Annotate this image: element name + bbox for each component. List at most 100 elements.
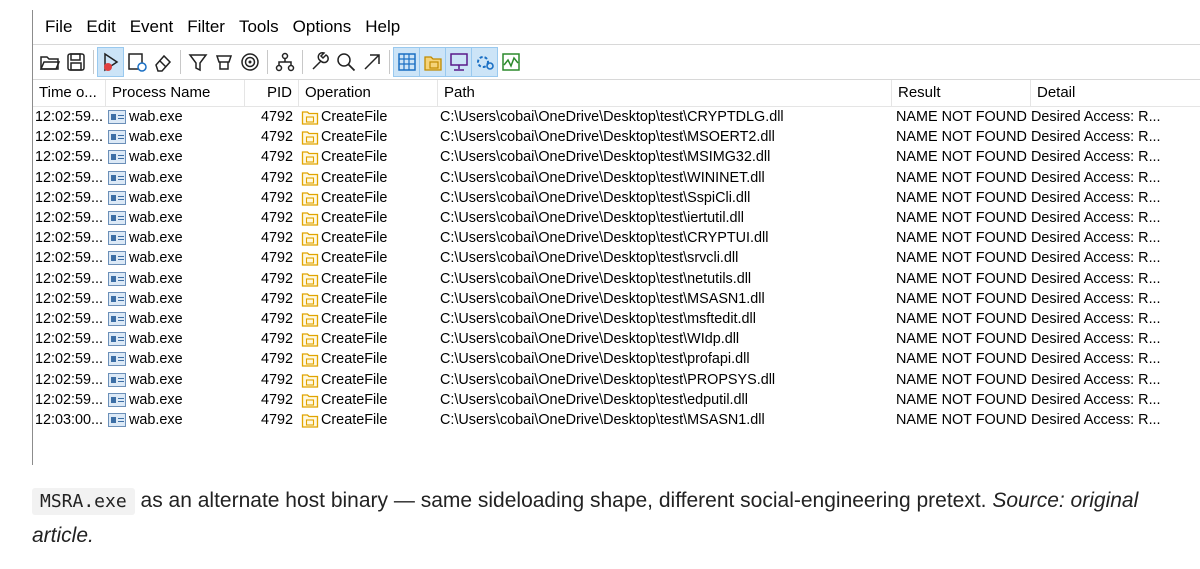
cell-pid: 4792 bbox=[260, 129, 293, 146]
toolbar-separator bbox=[389, 50, 390, 74]
clear-icon[interactable] bbox=[150, 48, 175, 76]
menu-tools[interactable]: Tools bbox=[239, 17, 279, 37]
menu-edit[interactable]: Edit bbox=[86, 17, 115, 37]
cell-time: 12:02:59... bbox=[35, 331, 104, 348]
process-tree-icon[interactable] bbox=[272, 48, 297, 76]
find-icon[interactable] bbox=[333, 48, 358, 76]
table-row[interactable]: 12:02:59... wab.exe 4792 CreateFile C:\Users… bbox=[33, 329, 1200, 349]
cell-time: 12:02:59... bbox=[35, 189, 104, 206]
cell-process: wab.exe bbox=[106, 271, 245, 287]
save-icon[interactable] bbox=[63, 48, 88, 76]
menu-options[interactable]: Options bbox=[293, 17, 352, 37]
cell-operation: CreateFile bbox=[299, 371, 438, 389]
table-row[interactable]: 12:03:00... wab.exe 4792 CreateFile C:\Users… bbox=[33, 410, 1200, 430]
profiling-icon[interactable] bbox=[498, 48, 523, 76]
cell-time: 12:02:59... bbox=[35, 351, 104, 368]
cell-path: C:\Users\cobai\OneDrive\Desktop\test\CRY… bbox=[440, 109, 784, 126]
table-row[interactable]: 12:02:59... wab.exe 4792 CreateFile C:\Users… bbox=[33, 228, 1200, 248]
file-operation-icon bbox=[301, 111, 319, 125]
open-folder-icon[interactable] bbox=[37, 48, 62, 76]
cell-process: wab.exe bbox=[106, 291, 245, 307]
process-icon bbox=[108, 291, 126, 306]
table-row[interactable]: 12:02:59... wab.exe 4792 CreateFile C:\Users… bbox=[33, 208, 1200, 228]
process-activity-icon[interactable] bbox=[471, 47, 498, 77]
toolbar-separator bbox=[267, 50, 268, 74]
column-header-detail[interactable]: Detail bbox=[1031, 80, 1200, 106]
column-header-path[interactable]: Path bbox=[438, 80, 892, 106]
jump-icon[interactable] bbox=[359, 48, 384, 76]
process-name: wab.exe bbox=[129, 210, 183, 227]
cell-path: C:\Users\cobai\OneDrive\Desktop\test\CRY… bbox=[440, 230, 769, 247]
autoscroll-icon[interactable] bbox=[124, 48, 149, 76]
cell-process: wab.exe bbox=[106, 372, 245, 388]
column-header-operation[interactable]: Operation bbox=[299, 80, 438, 106]
operation-name: CreateFile bbox=[321, 189, 388, 206]
table-row[interactable]: 12:02:59... wab.exe 4792 CreateFile C:\Users… bbox=[33, 309, 1200, 329]
cell-result: NAME NOT FOUND bbox=[896, 310, 1027, 327]
cell-process: wab.exe bbox=[106, 311, 245, 327]
menu-file[interactable]: File bbox=[45, 17, 72, 37]
process-name: wab.exe bbox=[129, 411, 183, 428]
file-operation-icon bbox=[301, 131, 319, 145]
file-activity-icon[interactable] bbox=[419, 47, 446, 77]
table-row[interactable]: 12:02:59... wab.exe 4792 CreateFile C:\Users… bbox=[33, 147, 1200, 167]
highlight-icon[interactable] bbox=[211, 48, 236, 76]
operation-name: CreateFile bbox=[321, 109, 388, 126]
cell-process: wab.exe bbox=[106, 170, 245, 186]
cell-time: 12:02:59... bbox=[35, 129, 104, 146]
cell-operation: CreateFile bbox=[299, 270, 438, 288]
cell-pid: 4792 bbox=[260, 169, 293, 186]
table-row[interactable]: 12:02:59... wab.exe 4792 CreateFile C:\Users… bbox=[33, 248, 1200, 268]
cell-time: 12:02:59... bbox=[35, 310, 104, 327]
menu-filter[interactable]: Filter bbox=[187, 17, 225, 37]
cell-process: wab.exe bbox=[106, 331, 245, 347]
table-row[interactable]: 12:02:59... wab.exe 4792 CreateFile C:\Users… bbox=[33, 127, 1200, 147]
cell-detail: Desired Access: R... bbox=[1031, 351, 1161, 368]
process-icon bbox=[108, 190, 126, 205]
column-header-pid[interactable]: PID bbox=[245, 80, 299, 106]
file-operation-icon bbox=[301, 394, 319, 408]
table-row[interactable]: 12:02:59... wab.exe 4792 CreateFile C:\Users… bbox=[33, 107, 1200, 127]
network-activity-icon[interactable] bbox=[445, 47, 472, 77]
wrench-icon[interactable] bbox=[307, 48, 332, 76]
cell-operation: CreateFile bbox=[299, 229, 438, 247]
table-row[interactable]: 12:02:59... wab.exe 4792 CreateFile C:\Users… bbox=[33, 369, 1200, 389]
cell-pid: 4792 bbox=[260, 210, 293, 227]
menu-help[interactable]: Help bbox=[365, 17, 400, 37]
column-header-time[interactable]: Time o... bbox=[33, 80, 106, 106]
cell-operation: CreateFile bbox=[299, 391, 438, 409]
capture-icon[interactable] bbox=[97, 47, 124, 77]
table-row[interactable]: 12:02:59... wab.exe 4792 CreateFile C:\Users… bbox=[33, 188, 1200, 208]
process-icon bbox=[108, 311, 126, 326]
cell-result: NAME NOT FOUND bbox=[896, 290, 1027, 307]
cell-detail: Desired Access: R... bbox=[1031, 391, 1161, 408]
cell-process: wab.exe bbox=[106, 250, 245, 266]
target-icon[interactable] bbox=[237, 48, 262, 76]
cell-result: NAME NOT FOUND bbox=[896, 391, 1027, 408]
process-name: wab.exe bbox=[129, 149, 183, 166]
cell-path: C:\Users\cobai\OneDrive\Desktop\test\Ssp… bbox=[440, 189, 751, 206]
table-row[interactable]: 12:02:59... wab.exe 4792 CreateFile C:\Users… bbox=[33, 269, 1200, 289]
toolbar bbox=[33, 44, 1200, 80]
operation-name: CreateFile bbox=[321, 169, 388, 186]
table-row[interactable]: 12:02:59... wab.exe 4792 CreateFile C:\Users… bbox=[33, 349, 1200, 369]
column-header-process[interactable]: Process Name bbox=[106, 80, 245, 106]
caption: MSRA.exe as an alternate host binary — s… bbox=[32, 484, 1182, 553]
table-row[interactable]: 12:02:59... wab.exe 4792 CreateFile C:\Users… bbox=[33, 289, 1200, 309]
filter-icon[interactable] bbox=[185, 48, 210, 76]
table-row[interactable]: 12:02:59... wab.exe 4792 CreateFile C:\Users… bbox=[33, 168, 1200, 188]
cell-time: 12:02:59... bbox=[35, 371, 104, 388]
process-name: wab.exe bbox=[129, 230, 183, 247]
column-header-result[interactable]: Result bbox=[892, 80, 1031, 106]
cell-result: NAME NOT FOUND bbox=[896, 331, 1027, 348]
operation-name: CreateFile bbox=[321, 371, 388, 388]
table-row[interactable]: 12:02:59... wab.exe 4792 CreateFile C:\Users… bbox=[33, 390, 1200, 410]
registry-activity-icon[interactable] bbox=[393, 47, 420, 77]
caption-code: MSRA.exe bbox=[32, 488, 135, 515]
cell-pid: 4792 bbox=[260, 109, 293, 126]
file-operation-icon bbox=[301, 232, 319, 246]
cell-operation: CreateFile bbox=[299, 189, 438, 207]
cell-pid: 4792 bbox=[260, 230, 293, 247]
menu-event[interactable]: Event bbox=[130, 17, 173, 37]
cell-result: NAME NOT FOUND bbox=[896, 210, 1027, 227]
